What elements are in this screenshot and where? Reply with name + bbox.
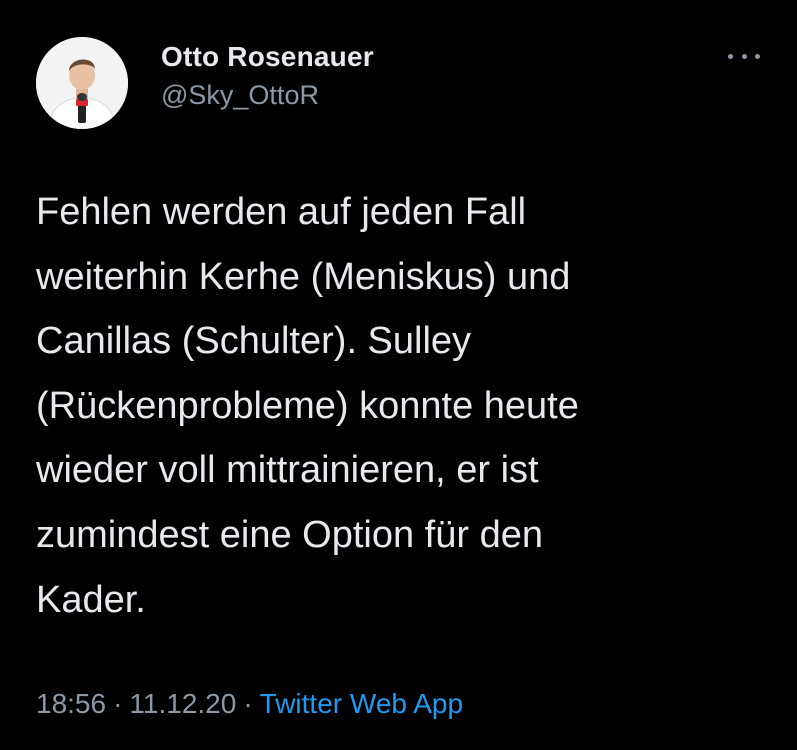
- more-dot: [728, 53, 733, 59]
- tweet-meta: 18:56 · 11.12.20 · Twitter Web App: [36, 688, 463, 720]
- tweet-text: Fehlen werden auf jeden Fall weiterhin K…: [36, 191, 579, 621]
- avatar-photo-icon: [36, 37, 128, 129]
- tweet-source-link[interactable]: Twitter Web App: [260, 688, 463, 719]
- tweet-time[interactable]: 18:56: [36, 688, 106, 719]
- user-handle[interactable]: @Sky_OttoR: [161, 80, 319, 111]
- avatar[interactable]: [36, 37, 128, 129]
- more-horizontal-icon[interactable]: [724, 44, 764, 68]
- more-dot: [741, 53, 747, 59]
- tweet-card: Otto Rosenauer @Sky_OttoR Fehlen werden …: [0, 0, 797, 750]
- display-name[interactable]: Otto Rosenauer: [161, 41, 374, 73]
- meta-separator: ·: [113, 688, 123, 719]
- tweet-date[interactable]: 11.12.20: [129, 688, 236, 719]
- more-dot: [755, 53, 760, 59]
- meta-separator: ·: [243, 688, 253, 719]
